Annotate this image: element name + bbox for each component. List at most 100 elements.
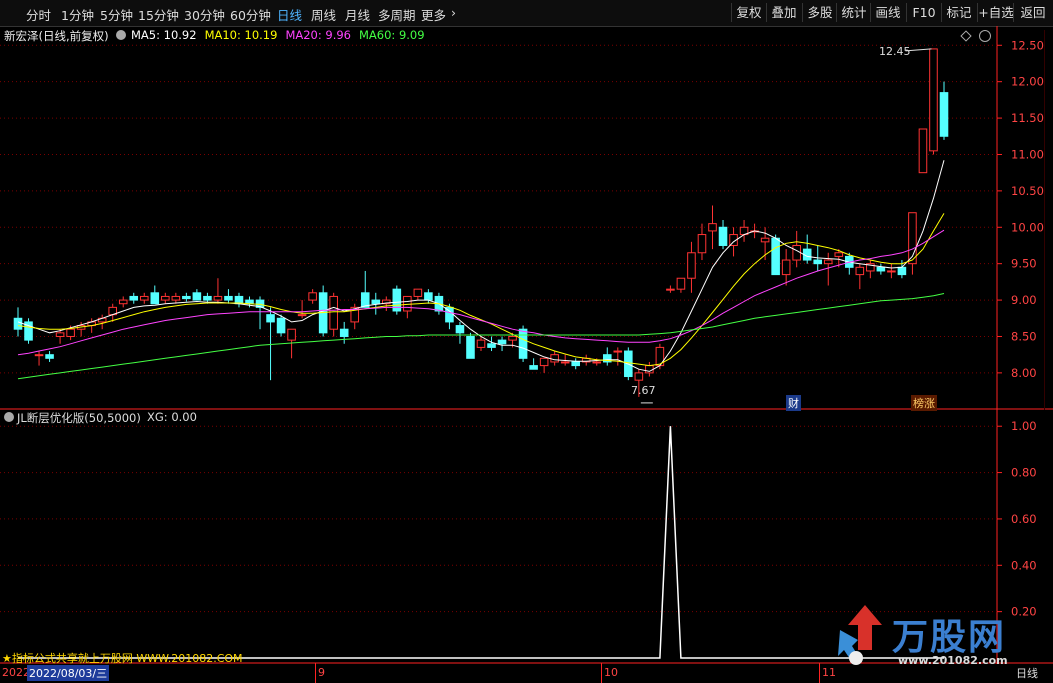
candle-body: [666, 288, 675, 291]
watermark-arrow-icon: [838, 605, 882, 665]
toolbar-button-4[interactable]: 画线: [870, 3, 905, 22]
candle-body: [308, 292, 317, 301]
settings-icon[interactable]: [116, 30, 126, 40]
candle-body: [834, 252, 844, 257]
candle-body: [203, 295, 212, 301]
y-tick-label: 9.50: [1011, 257, 1037, 271]
watermark-brand: 万股网: [892, 617, 1007, 658]
right-panel-edge[interactable]: [1044, 30, 1053, 410]
candle-body: [329, 295, 338, 330]
candle-body: [613, 350, 623, 353]
cursor-date: 2022/08/03/三: [27, 665, 110, 681]
candle-body: [466, 335, 475, 359]
period-tab-8[interactable]: 月线: [345, 5, 370, 24]
stock-title: 新宏泽(日线,前复权): [4, 29, 109, 43]
toolbar-button-3[interactable]: 统计: [836, 3, 871, 22]
y-tick-label: 11.00: [1011, 147, 1044, 161]
candle-body: [339, 328, 349, 337]
candle-body: [781, 259, 791, 276]
ma-legend: MA5: 10.92 MA10: 10.19 MA20: 9.96 MA60: 9.0…: [131, 28, 433, 42]
period-tab-4[interactable]: 30分钟: [184, 5, 225, 24]
toolbar-button-2[interactable]: 多股: [802, 3, 837, 22]
period-tab-2[interactable]: 5分钟: [100, 5, 133, 24]
y-tick-label: 10.50: [1011, 184, 1044, 198]
date-prefix: 2022: [2, 666, 30, 679]
candle-body: [708, 223, 717, 232]
toolbar: 分时 1分钟 5分钟 15分钟 30分钟 60分钟 日线 周线 月线 多周期 更多 › 复权 叠加 多股 统计…: [0, 0, 1053, 27]
candle-body: [876, 266, 886, 272]
indicator-y-tick-label: 0.60: [1011, 512, 1037, 526]
indicator-line-xg: [18, 426, 944, 659]
candle-body: [297, 314, 307, 317]
x-month-tick: [315, 663, 316, 683]
candle-body: [634, 372, 644, 381]
x-month-label: 9: [318, 666, 325, 679]
candle-body: [276, 317, 286, 334]
candle-body: [66, 328, 75, 337]
y-tick-label: 8.00: [1011, 366, 1037, 380]
period-tab-7[interactable]: 周线: [311, 5, 336, 24]
candle-body: [139, 295, 149, 301]
candle-body: [182, 295, 191, 300]
period-tab-6[interactable]: 日线: [277, 5, 302, 24]
y-tick-label: 12.00: [1011, 75, 1044, 89]
finance-tag[interactable]: 财: [786, 395, 801, 411]
y-tick-label: 11.50: [1011, 111, 1044, 125]
candle-body: [813, 259, 823, 265]
promo-text[interactable]: ★指标公式共享就上万股网 WWW.201082.COM: [2, 650, 243, 666]
candle-body: [150, 292, 160, 305]
candle-body: [55, 332, 65, 337]
low-label: 7.67: [631, 384, 656, 397]
x-month-tick: [601, 663, 602, 683]
candle-body: [760, 237, 770, 243]
ma-legend-item: MA5: 10.92: [131, 28, 197, 42]
toolbar-button-0[interactable]: 复权: [731, 3, 766, 22]
candle-body: [129, 295, 139, 301]
indicator-toggle-icon[interactable]: [4, 412, 14, 422]
candle-body: [224, 295, 233, 301]
indicator-value: XG: 0.00: [147, 410, 197, 424]
candle-body: [213, 295, 223, 301]
candle-body: [792, 244, 801, 261]
candle-body: [497, 339, 507, 345]
period-tab-10[interactable]: 更多: [421, 5, 446, 24]
more-chevron-icon[interactable]: ›: [451, 5, 456, 20]
y-tick-label: 9.00: [1011, 293, 1037, 307]
candle-body: [529, 365, 538, 370]
candle-body: [550, 354, 559, 363]
candle-body: [718, 226, 728, 246]
settings-icon[interactable]: [979, 30, 991, 42]
candle-body: [455, 325, 465, 334]
y-tick-label: 12.50: [1011, 38, 1044, 52]
indicator-title: JL断层优化版(50,5000): [17, 411, 141, 425]
candle-body: [771, 237, 780, 276]
candle-body: [687, 252, 696, 279]
candle-body: [266, 314, 275, 323]
candle-body: [897, 266, 907, 276]
candle-body: [508, 335, 517, 341]
candle-body: [171, 295, 181, 301]
candle-body: [161, 295, 170, 301]
candle-body: [571, 361, 580, 367]
period-tab-9[interactable]: 多周期: [378, 5, 416, 24]
candle-body: [539, 357, 549, 367]
period-tab-1[interactable]: 1分钟: [61, 5, 94, 24]
period-tab-0[interactable]: 分时: [26, 5, 51, 24]
rank-tag[interactable]: 榜涨: [911, 395, 937, 411]
x-month-tick: [819, 663, 820, 683]
toolbar-button-6[interactable]: 标记: [941, 3, 976, 22]
period-tab-5[interactable]: 60分钟: [230, 5, 271, 24]
toolbar-button-7[interactable]: +自选: [977, 3, 1014, 22]
period-tab-3[interactable]: 15分钟: [138, 5, 179, 24]
candle-body: [45, 354, 54, 359]
x-month-label: 10: [604, 666, 618, 679]
candle-body: [192, 292, 202, 301]
candle-body: [929, 48, 938, 152]
candle-body: [476, 339, 486, 348]
indicator-y-tick-label: 0.40: [1011, 558, 1037, 572]
toolbar-button-1[interactable]: 叠加: [766, 3, 801, 22]
y-tick-label: 10.00: [1011, 220, 1044, 234]
toolbar-button-5[interactable]: F10: [906, 3, 941, 22]
candle-body: [118, 299, 128, 305]
toolbar-button-8[interactable]: 返回: [1013, 3, 1052, 22]
